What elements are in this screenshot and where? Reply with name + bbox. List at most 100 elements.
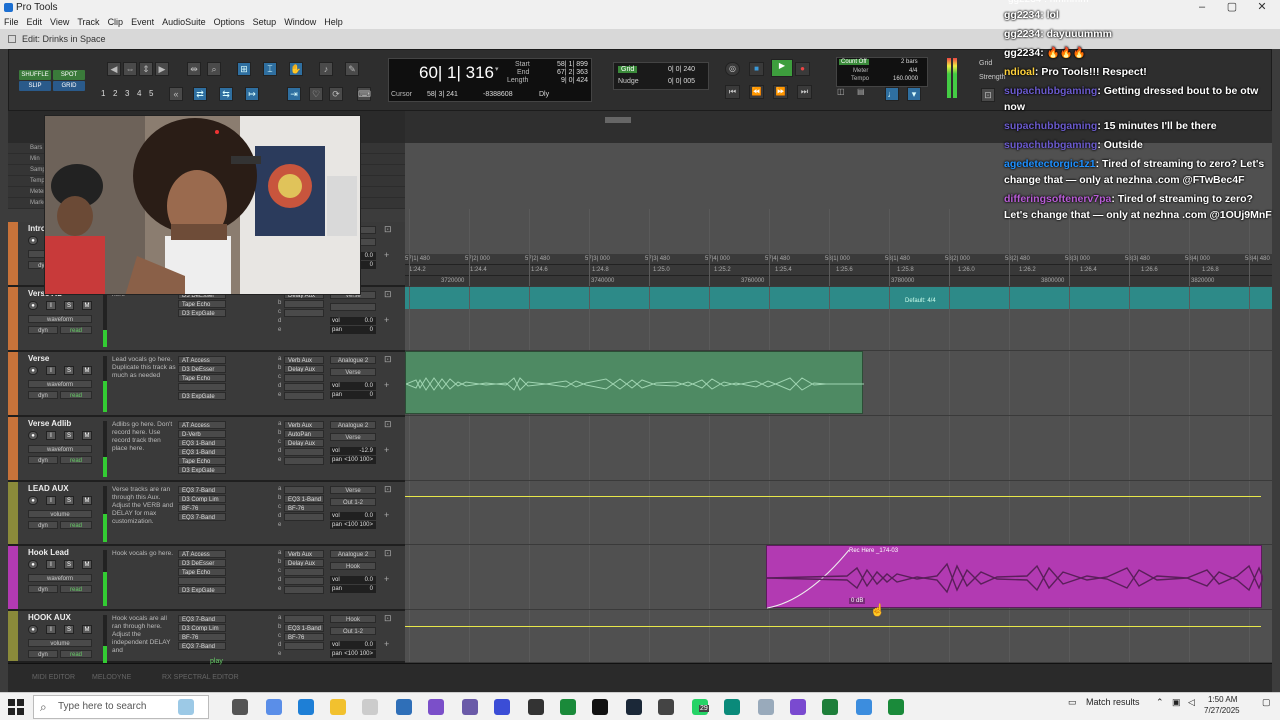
volume-value[interactable]: 0.0	[365, 252, 373, 260]
insert-slot[interactable]: D3 ExpGate	[178, 392, 226, 400]
menu-item-view[interactable]: View	[50, 15, 69, 29]
track-view-selector[interactable]: volume	[28, 639, 92, 647]
io-selector[interactable]: Verse	[330, 433, 376, 441]
track-name[interactable]: HOOK AUX	[28, 613, 98, 622]
record-enable-button[interactable]: ●	[28, 301, 38, 310]
insert-slot[interactable]: Tape Echo	[178, 457, 226, 465]
grid-mode-button[interactable]: GRID	[53, 81, 85, 91]
grabber-tool-icon[interactable]: ✋	[289, 62, 303, 76]
send-add-icon[interactable]: +	[384, 315, 389, 325]
stop-button[interactable]: ■	[749, 62, 764, 76]
input-monitor-button[interactable]: I	[46, 625, 56, 634]
send-add-icon[interactable]: +	[384, 574, 389, 584]
io-selector[interactable]: Analogue 2	[330, 356, 376, 364]
track-name[interactable]: LEAD AUX	[28, 484, 98, 493]
pan-field[interactable]: pan <100 100>	[330, 521, 376, 529]
insert-slot[interactable]: AT Access	[178, 550, 226, 558]
io-selector[interactable]: Hook	[330, 562, 376, 570]
menu-item-clip[interactable]: Clip	[108, 15, 124, 29]
grid-value[interactable]: 0| 0| 240	[668, 66, 695, 73]
windows-start-icon[interactable]	[8, 699, 24, 715]
track-view-selector[interactable]: waveform	[28, 380, 92, 388]
pan-field[interactable]: pan <100 100>	[330, 650, 376, 658]
volume-field[interactable]: vol 0.0	[330, 512, 376, 520]
zoom-preset-5[interactable]: 5	[149, 89, 153, 98]
slip-mode-button[interactable]: SLIP	[19, 81, 51, 91]
insertion-follows-icon[interactable]: ↦	[245, 87, 259, 101]
automation-mode-selector[interactable]: dyn	[28, 521, 58, 529]
start-value[interactable]: 58| 1| 899	[557, 61, 588, 68]
volume-value[interactable]: 0.0	[365, 382, 373, 390]
zoom-horizontal-icon[interactable]: ⇔	[123, 62, 137, 76]
verse-audio-clip[interactable]	[405, 351, 864, 414]
insert-slot[interactable]: EQ3 7-Band	[178, 513, 226, 521]
track-verse[interactable]: Verse ● I S Mwaveform dyn read Lead vocals go h…	[8, 352, 405, 417]
send-slot[interactable]: Verb Aux	[284, 421, 324, 429]
io-selector[interactable]: Verse	[330, 486, 376, 494]
solo-button[interactable]: S	[64, 431, 74, 440]
lane-hook-aux[interactable]	[405, 610, 1272, 663]
send-slot[interactable]: Verb Aux	[284, 356, 324, 364]
chat-username[interactable]: ndioal	[1004, 66, 1035, 78]
insert-slot[interactable]: EQ3 1-Band	[178, 448, 226, 456]
lane-lead-aux[interactable]	[405, 481, 1272, 545]
automation-mode-selector[interactable]: dyn	[28, 391, 58, 399]
automation-read-selector[interactable]: read	[60, 326, 92, 334]
shuffle-mode-button[interactable]: SHUFFLE	[19, 70, 51, 80]
tab-to-transient-icon[interactable]: ⇥	[287, 87, 301, 101]
send-slot[interactable]	[284, 568, 324, 576]
insert-add-icon[interactable]: ⊡	[384, 484, 392, 495]
solo-button[interactable]: S	[64, 301, 74, 310]
store-icon[interactable]	[362, 699, 378, 715]
match-results-label[interactable]: Match results	[1086, 697, 1140, 707]
track-color-bar[interactable]	[8, 352, 18, 415]
insert-add-icon[interactable]: ⊡	[384, 289, 392, 300]
automation-mode-selector[interactable]: dyn	[28, 326, 58, 334]
io-selector[interactable]: Analogue 2	[330, 421, 376, 429]
pan-value[interactable]: 0	[370, 326, 373, 334]
send-slot[interactable]	[284, 457, 324, 465]
chat-username[interactable]: supachubbgaming	[1004, 85, 1097, 97]
insert-slot[interactable]: D3 ExpGate	[178, 466, 226, 474]
insert-add-icon[interactable]: ⊡	[384, 419, 392, 430]
send-slot[interactable]	[284, 642, 324, 650]
pan-field[interactable]: pan 0	[330, 326, 376, 334]
track-view-selector[interactable]: waveform	[28, 574, 92, 582]
pan-field[interactable]: pan <100 100>	[330, 456, 376, 464]
record-enable-button[interactable]: ●	[28, 366, 38, 375]
automation-mode-selector[interactable]: dyn	[28, 456, 58, 464]
edge-icon[interactable]	[298, 699, 314, 715]
grid-label[interactable]: Grid	[618, 66, 638, 73]
selector-tool-icon[interactable]: ⌶	[263, 62, 277, 76]
insert-slot[interactable]: Tape Echo	[178, 374, 226, 382]
track-comment[interactable]: Adlibs go here. Don't record here. Use r…	[112, 421, 178, 453]
io-selector[interactable]: Out 1-2	[330, 627, 376, 635]
volume-field[interactable]: vol 0.0	[330, 382, 376, 390]
automation-read-selector[interactable]: read	[60, 391, 92, 399]
send-slot[interactable]	[284, 383, 324, 391]
menu-item-help[interactable]: Help	[324, 15, 343, 29]
track-verse-ad[interactable]: Verse Ad●ISMwaveformdynreadhereD3 DeEsse…	[8, 287, 405, 352]
menu-item-audiosuite[interactable]: AudioSuite	[162, 15, 206, 29]
input-monitor-button[interactable]: I	[46, 431, 56, 440]
send-add-icon[interactable]: +	[384, 380, 389, 390]
scrubber-tool-icon[interactable]: ♪	[319, 62, 333, 76]
media-player-icon[interactable]	[528, 699, 544, 715]
volume-field[interactable]: vol 0.0	[330, 641, 376, 649]
clock-time[interactable]: 1:50 AM	[1208, 695, 1237, 704]
automation-mode-selector[interactable]: dyn	[28, 585, 58, 593]
send-slot[interactable]	[284, 577, 324, 585]
go-to-end-button[interactable]: ⏭	[797, 85, 812, 99]
send-add-icon[interactable]: +	[384, 250, 389, 260]
whatsapp-icon[interactable]: 29	[692, 699, 709, 715]
send-slot[interactable]: EQ3 1-Band	[284, 624, 324, 632]
lane-intro[interactable]	[405, 222, 1272, 287]
lane-verse-ad[interactable]	[405, 287, 1272, 351]
network-icon[interactable]: ▣	[1172, 697, 1181, 708]
pro-tools-taskbar-icon[interactable]	[592, 699, 608, 715]
link-track-icon[interactable]: ⇆	[219, 87, 233, 101]
send-slot[interactable]	[284, 374, 324, 382]
track-comment[interactable]: Hook vocals are all ran through here. Ad…	[112, 615, 178, 655]
pan-value[interactable]: <100 100>	[344, 521, 373, 529]
excel-icon[interactable]	[822, 699, 838, 715]
